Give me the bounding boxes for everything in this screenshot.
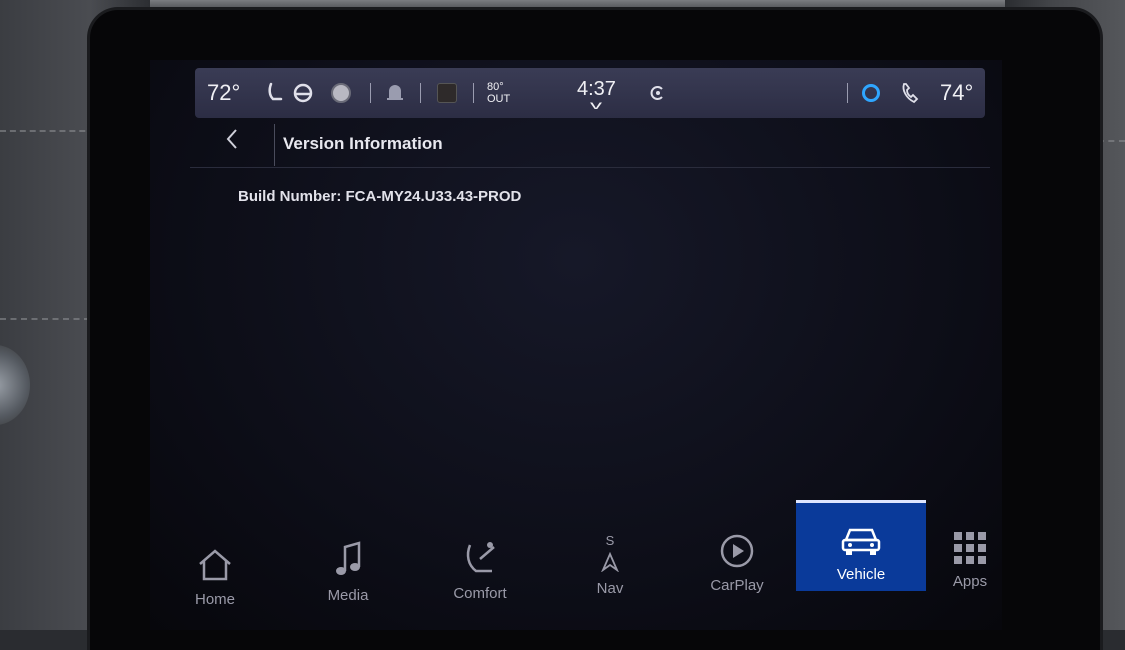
app-tile-icon bbox=[437, 83, 457, 103]
page-header: Version Information bbox=[190, 122, 990, 168]
nav-item-comfort[interactable]: Comfort bbox=[420, 500, 540, 610]
header-divider bbox=[274, 124, 275, 166]
seat-icon bbox=[466, 542, 495, 573]
compass-heading: S bbox=[605, 533, 615, 548]
separator bbox=[473, 83, 474, 103]
driver-temp[interactable]: 72° bbox=[207, 68, 240, 118]
steering-heat-icon[interactable] bbox=[293, 68, 313, 118]
outside-temp: 80° OUT bbox=[487, 68, 510, 118]
status-bar: 72° 80° OUT 4:37 v 74° bbox=[195, 68, 985, 118]
nav-label: Home bbox=[194, 591, 235, 608]
seat-heat-icon[interactable] bbox=[265, 68, 287, 118]
outside-temp-label: OUT bbox=[487, 93, 511, 105]
alexa-button[interactable] bbox=[862, 68, 880, 118]
nav-label: CarPlay bbox=[710, 577, 764, 594]
nav-item-media[interactable]: Media bbox=[288, 502, 408, 612]
nav-label: Media bbox=[327, 587, 369, 604]
nav-item-apps[interactable]: Apps bbox=[925, 488, 1002, 598]
home-icon bbox=[199, 549, 231, 581]
app-shortcut[interactable] bbox=[437, 68, 457, 118]
chevron-left-icon bbox=[226, 129, 237, 149]
separator bbox=[420, 83, 421, 103]
car-icon bbox=[841, 528, 881, 555]
grid-icon bbox=[954, 532, 986, 564]
play-icon bbox=[720, 534, 754, 568]
separator bbox=[847, 83, 848, 103]
media-source-icon[interactable] bbox=[331, 68, 351, 118]
nav-label: Nav bbox=[596, 580, 624, 597]
phone-icon[interactable] bbox=[900, 68, 920, 118]
chevron-down-icon: v bbox=[590, 97, 603, 112]
disc-icon bbox=[331, 83, 351, 103]
infotainment-screen: 72° 80° OUT 4:37 v 74° Version Informati… bbox=[150, 60, 1002, 630]
nav-item-carplay[interactable]: CarPlay bbox=[677, 492, 797, 602]
trim-stitching bbox=[0, 318, 90, 320]
nav-item-vehicle[interactable]: Vehicle bbox=[796, 500, 926, 591]
nav-label: Comfort bbox=[453, 585, 507, 602]
nav-label: Vehicle bbox=[836, 566, 886, 583]
separator bbox=[370, 83, 371, 103]
back-button[interactable] bbox=[225, 127, 239, 158]
page-title: Version Information bbox=[283, 134, 443, 153]
nav-item-nav[interactable]: S Nav bbox=[550, 495, 670, 605]
music-note-icon bbox=[336, 541, 361, 575]
alexa-icon bbox=[862, 84, 880, 102]
compass-icon bbox=[601, 552, 619, 572]
notification-bell-icon[interactable] bbox=[385, 68, 405, 118]
bottom-nav: Home Media Comfort S Nav CarPlay Vehicle bbox=[150, 500, 1002, 630]
clock[interactable]: 4:37 v bbox=[577, 68, 616, 118]
build-number: Build Number: FCA-MY24.U33.43-PROD bbox=[238, 188, 522, 205]
nav-label: Apps bbox=[952, 573, 988, 590]
drive-mode-icon[interactable] bbox=[650, 68, 666, 118]
passenger-temp[interactable]: 74° bbox=[940, 68, 973, 118]
outside-temp-value: 80° bbox=[487, 81, 504, 93]
nav-item-home[interactable]: Home bbox=[155, 506, 275, 616]
